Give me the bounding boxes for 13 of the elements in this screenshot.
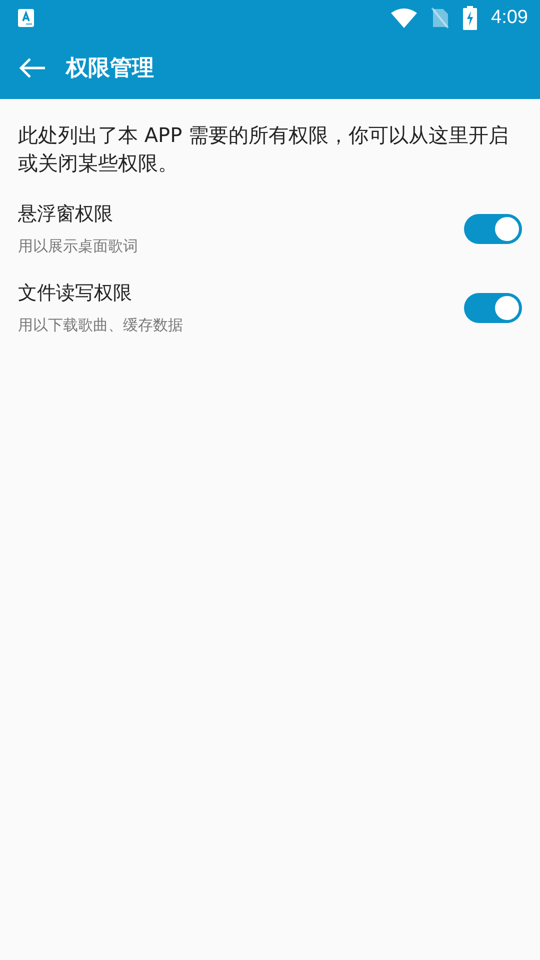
permission-title: 悬浮窗权限 (18, 202, 114, 227)
app-notification-icon (18, 9, 34, 27)
permission-description: 用以下载歌曲、缓存数据 (18, 316, 184, 335)
status-time: 4:09 (491, 7, 528, 29)
permission-description: 用以展示桌面歌词 (18, 237, 139, 256)
wifi-icon (391, 8, 418, 28)
intro-text: 此处列出了本 APP 需要的所有权限，你可以从这里开启或关闭某些权限。 (18, 122, 510, 177)
no-sim-icon (431, 7, 450, 29)
toggle-switch[interactable] (464, 214, 522, 244)
page-title: 权限管理 (66, 54, 154, 82)
toggle-switch[interactable] (464, 292, 522, 322)
battery-charging-icon (463, 6, 478, 30)
permission-title: 文件读写权限 (18, 281, 133, 306)
